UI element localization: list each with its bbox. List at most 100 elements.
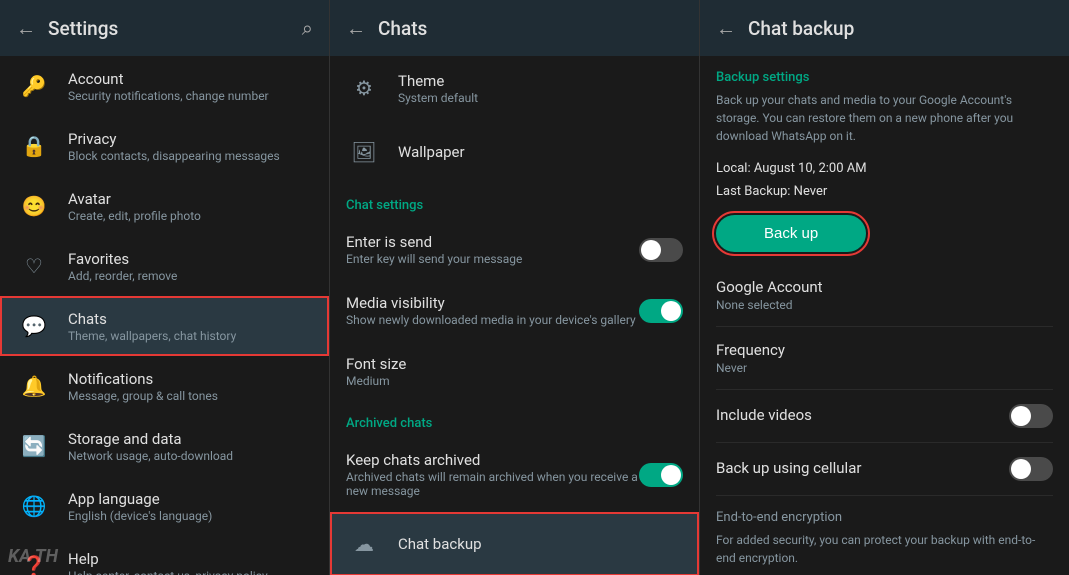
settings-title-storage: Storage and data xyxy=(68,430,233,448)
toggle-include-videos[interactable] xyxy=(1009,404,1053,428)
toggle-thumb-enter-send xyxy=(641,240,661,260)
settings-search-icon[interactable]: ⌕ xyxy=(302,16,313,40)
settings-icon-language: 🌐 xyxy=(16,488,52,524)
settings-title-favorites: Favorites xyxy=(68,250,177,268)
backup-description: Back up your chats and media to your Goo… xyxy=(716,91,1053,157)
backup-button[interactable]: Back up xyxy=(716,215,866,252)
settings-item-chats[interactable]: 💬 Chats Theme, wallpapers, chat history xyxy=(0,296,329,356)
chats-item-media-visibility[interactable]: Media visibility Show newly downloaded m… xyxy=(330,280,699,341)
settings-list: 🔑 Account Security notifications, change… xyxy=(0,56,329,575)
settings-subtitle-privacy: Block contacts, disappearing messages xyxy=(68,149,280,163)
chats-text-keep-archived: Keep chats archived Archived chats will … xyxy=(346,451,639,498)
settings-item-help[interactable]: ❓ Help Help center, contact us, privacy … xyxy=(0,536,329,575)
settings-subtitle-language: English (device's language) xyxy=(68,509,212,523)
last-backup-info: Last Backup: Never xyxy=(716,180,1053,203)
settings-subtitle-chats: Theme, wallpapers, chat history xyxy=(68,329,236,343)
chats-panel: ← Chats ⚙ Theme System default 🖼 Wallpap… xyxy=(330,0,700,575)
backup-title: Chat backup xyxy=(748,17,1053,40)
chats-item-title-media-visibility: Media visibility xyxy=(346,294,636,312)
backup-settings-title: Backup settings xyxy=(716,56,1053,91)
settings-icon-help: ❓ xyxy=(16,548,52,575)
settings-item-privacy[interactable]: 🔒 Privacy Block contacts, disappearing m… xyxy=(0,116,329,176)
settings-title-privacy: Privacy xyxy=(68,130,280,148)
backup-row-frequency[interactable]: Frequency Never xyxy=(716,327,1053,390)
backup-row-subtitle-google-account: None selected xyxy=(716,298,1053,312)
settings-subtitle-account: Security notifications, change number xyxy=(68,89,269,103)
settings-item-notifications[interactable]: 🔔 Notifications Message, group & call to… xyxy=(0,356,329,416)
chats-text-font-size: Font size Medium xyxy=(346,355,406,388)
chats-text-theme: Theme System default xyxy=(398,72,478,105)
settings-icon-avatar: 😊 xyxy=(16,188,52,224)
settings-text-storage: Storage and data Network usage, auto-dow… xyxy=(68,430,233,463)
chats-item-title-theme: Theme xyxy=(398,72,478,90)
backup-panel: ← Chat backup Backup settings Back up yo… xyxy=(700,0,1069,575)
settings-text-account: Account Security notifications, change n… xyxy=(68,70,269,103)
settings-item-favorites[interactable]: ♡ Favorites Add, reorder, remove xyxy=(0,236,329,296)
local-backup-info: Local: August 10, 2:00 AM xyxy=(716,157,1053,180)
settings-title-account: Account xyxy=(68,70,269,88)
backup-row-include-videos[interactable]: Include videos xyxy=(716,390,1053,443)
backup-content: Backup settings Back up your chats and m… xyxy=(700,56,1069,575)
chats-item-keep-archived[interactable]: Keep chats archived Archived chats will … xyxy=(330,437,699,512)
toggle-switch-enter-send[interactable] xyxy=(639,238,683,262)
chats-item-theme[interactable]: ⚙ Theme System default xyxy=(330,56,699,120)
e2e-description: For added security, you can protect your… xyxy=(716,531,1053,567)
chats-item-subtitle-media-visibility: Show newly downloaded media in your devi… xyxy=(346,313,636,327)
toggle-switch-media-visibility[interactable] xyxy=(639,299,683,323)
settings-icon-storage: 🔄 xyxy=(16,428,52,464)
settings-item-account[interactable]: 🔑 Account Security notifications, change… xyxy=(0,56,329,116)
section-header-archived-chats: Archived chats xyxy=(330,402,699,437)
settings-icon-account: 🔑 xyxy=(16,68,52,104)
chats-icon-theme: ⚙ xyxy=(346,70,382,106)
settings-text-notifications: Notifications Message, group & call tone… xyxy=(68,370,218,403)
chats-item-title-keep-archived: Keep chats archived xyxy=(346,451,639,469)
settings-text-privacy: Privacy Block contacts, disappearing mes… xyxy=(68,130,280,163)
toggle-thumb-include-videos xyxy=(1011,406,1031,426)
toggle-thumb-media-visibility xyxy=(661,301,681,321)
toggle-switch-keep-archived[interactable] xyxy=(639,463,683,487)
settings-icon-privacy: 🔒 xyxy=(16,128,52,164)
chats-item-wallpaper[interactable]: 🖼 Wallpaper xyxy=(330,120,699,184)
chats-item-subtitle-keep-archived: Archived chats will remain archived when… xyxy=(346,470,639,498)
settings-icon-chats: 💬 xyxy=(16,308,52,344)
chats-title: Chats xyxy=(378,17,683,40)
toggle-thumb-keep-archived xyxy=(661,465,681,485)
toggle-thumb-backup-cellular xyxy=(1011,459,1031,479)
settings-text-chats: Chats Theme, wallpapers, chat history xyxy=(68,310,236,343)
chats-text-enter-send: Enter is send Enter key will send your m… xyxy=(346,233,522,266)
toggle-media-visibility[interactable] xyxy=(639,299,683,323)
settings-subtitle-help: Help center, contact us, privacy policy xyxy=(68,569,268,575)
settings-title-chats: Chats xyxy=(68,310,236,328)
backup-row-title-backup-cellular: Back up using cellular xyxy=(716,459,861,477)
backup-row-google-account[interactable]: Google Account None selected xyxy=(716,264,1053,327)
settings-back-icon[interactable]: ← xyxy=(16,16,36,41)
toggle-enter-send[interactable] xyxy=(639,238,683,262)
settings-subtitle-avatar: Create, edit, profile photo xyxy=(68,209,201,223)
chats-item-title-chat-backup: Chat backup xyxy=(398,535,482,553)
settings-subtitle-favorites: Add, reorder, remove xyxy=(68,269,177,283)
settings-title: Settings xyxy=(48,17,302,40)
settings-title-avatar: Avatar xyxy=(68,190,201,208)
backup-row-backup-cellular[interactable]: Back up using cellular xyxy=(716,443,1053,496)
chats-item-font-size[interactable]: Font size Medium xyxy=(330,341,699,402)
settings-item-language[interactable]: 🌐 App language English (device's languag… xyxy=(0,476,329,536)
chats-item-subtitle-enter-send: Enter key will send your message xyxy=(346,252,522,266)
settings-item-avatar[interactable]: 😊 Avatar Create, edit, profile photo xyxy=(0,176,329,236)
chats-back-icon[interactable]: ← xyxy=(346,16,366,41)
chats-item-chat-backup[interactable]: ☁ Chat backup xyxy=(330,512,699,575)
backup-back-icon[interactable]: ← xyxy=(716,16,736,41)
settings-text-favorites: Favorites Add, reorder, remove xyxy=(68,250,177,283)
backup-row-title-include-videos: Include videos xyxy=(716,406,812,424)
chats-item-title-font-size: Font size xyxy=(346,355,406,373)
chats-list: ⚙ Theme System default 🖼 Wallpaper Chat … xyxy=(330,56,699,575)
toggle-keep-archived[interactable] xyxy=(639,463,683,487)
chats-item-title-enter-send: Enter is send xyxy=(346,233,522,251)
chats-item-subtitle-font-size: Medium xyxy=(346,374,406,388)
toggle-backup-cellular[interactable] xyxy=(1009,457,1053,481)
chats-item-title-wallpaper: Wallpaper xyxy=(398,143,465,161)
settings-title-help: Help xyxy=(68,550,268,568)
settings-item-storage[interactable]: 🔄 Storage and data Network usage, auto-d… xyxy=(0,416,329,476)
chats-icon-chat-backup: ☁ xyxy=(346,526,382,562)
chats-item-enter-send[interactable]: Enter is send Enter key will send your m… xyxy=(330,219,699,280)
settings-text-help: Help Help center, contact us, privacy po… xyxy=(68,550,268,575)
